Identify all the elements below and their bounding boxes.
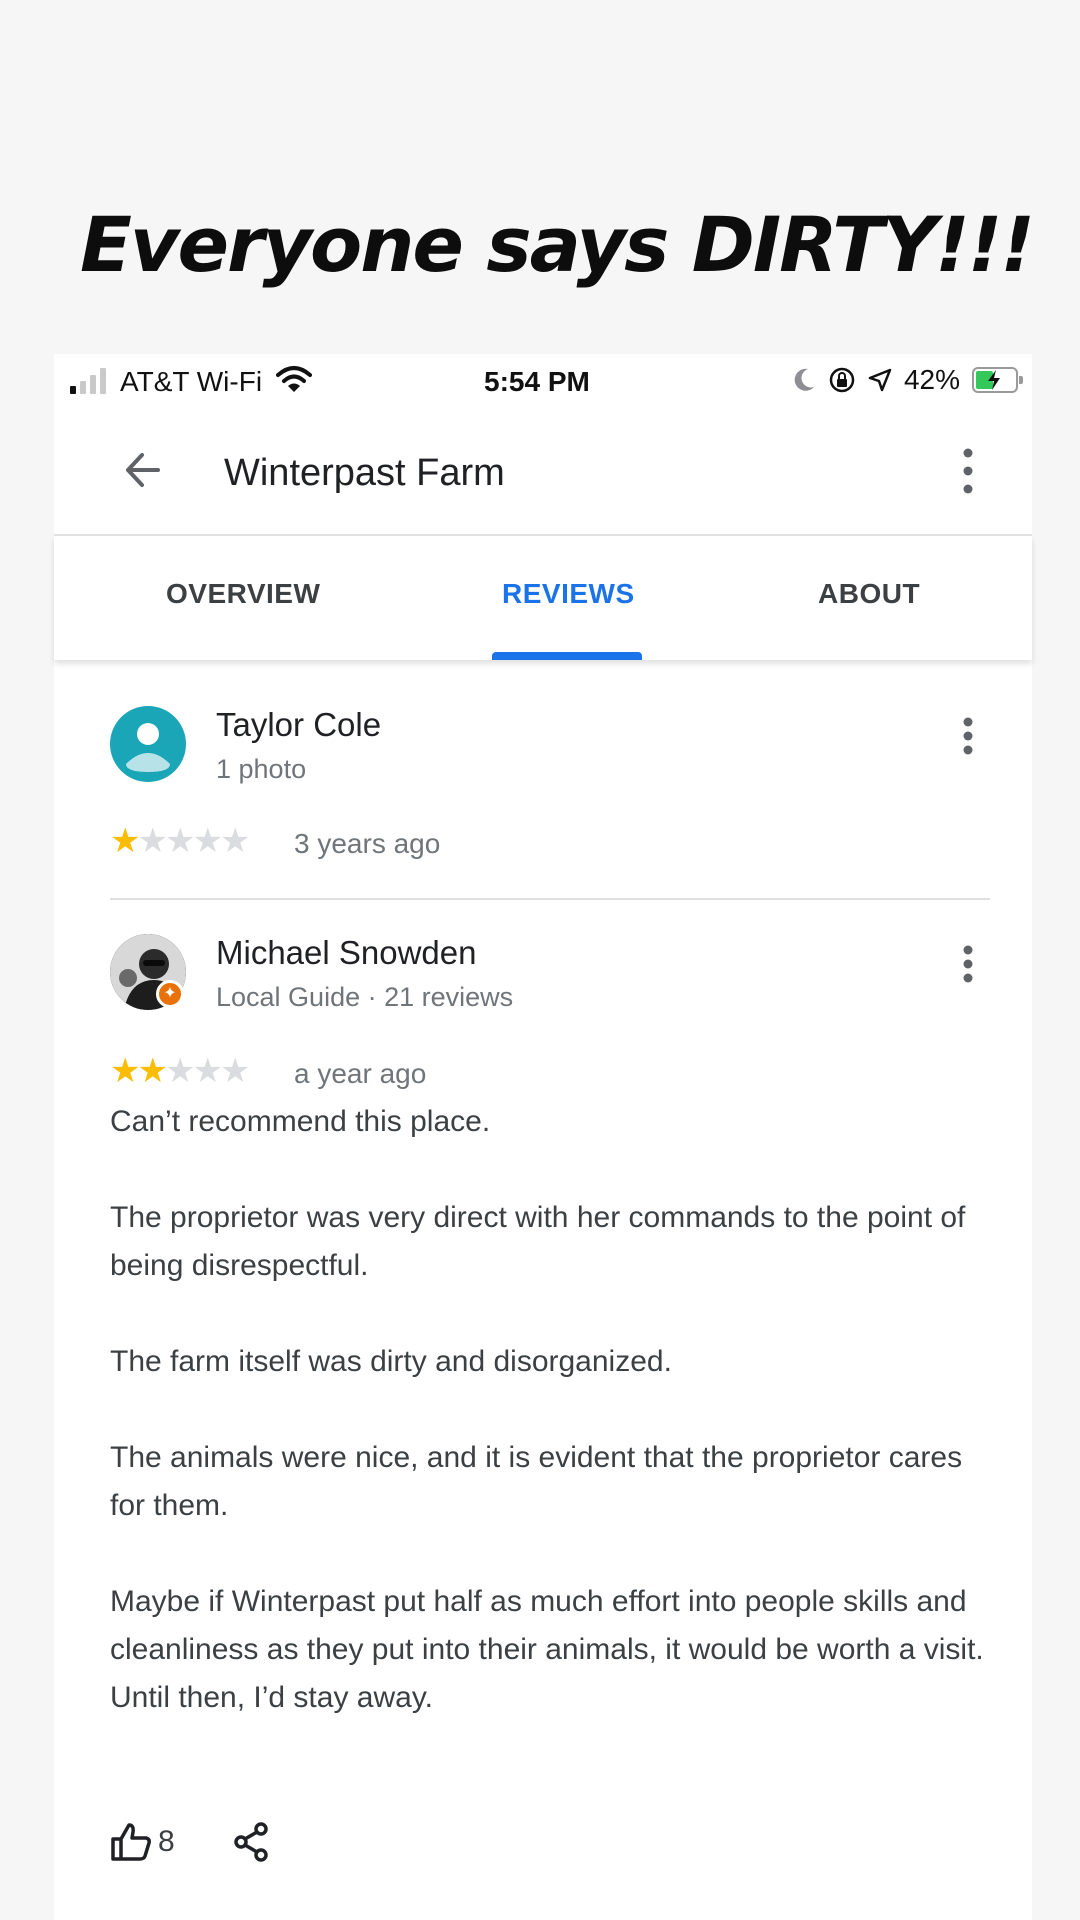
like-count: 8 bbox=[158, 1825, 175, 1858]
reviewer-name[interactable]: Michael Snowden bbox=[216, 934, 477, 972]
star-empty-icon: ★ bbox=[219, 822, 251, 860]
star-filled-icon: ★ bbox=[110, 822, 141, 860]
person-icon bbox=[126, 723, 170, 772]
status-time: 5:54 PM bbox=[484, 366, 590, 397]
review-actions: 8 bbox=[110, 1822, 269, 1862]
battery-charging-icon bbox=[972, 367, 1023, 393]
review-paragraph: The farm itself was dirty and disorganiz… bbox=[110, 1345, 672, 1378]
review-paragraph: Can’t recommend this place. bbox=[110, 1105, 491, 1138]
tab-about[interactable]: ABOUT bbox=[818, 578, 920, 610]
status-bar: AT&T Wi-Fi 5:54 PM 42% bbox=[54, 354, 1032, 410]
star-filled-icon: ★ bbox=[137, 1052, 168, 1090]
tab-overview[interactable]: OVERVIEW bbox=[166, 578, 320, 610]
star-empty-icon: ★ bbox=[192, 1052, 223, 1090]
avatar[interactable] bbox=[110, 706, 186, 782]
star-rating: ★★★★★ bbox=[110, 1052, 251, 1090]
more-vert-icon[interactable] bbox=[960, 446, 976, 496]
orientation-lock-icon bbox=[829, 367, 855, 393]
battery-percent: 42% bbox=[903, 364, 960, 395]
wifi-icon bbox=[276, 366, 312, 392]
star-empty-icon: ★ bbox=[219, 1052, 251, 1090]
star-empty-icon: ★ bbox=[137, 822, 168, 860]
review-divider bbox=[110, 898, 990, 900]
avatar[interactable]: ✦ bbox=[110, 934, 186, 1010]
thumbs-up-icon[interactable] bbox=[110, 1822, 152, 1862]
phone-screen: AT&T Wi-Fi 5:54 PM 42% Winterpast Farm O… bbox=[54, 354, 1032, 1920]
app-bar: Winterpast Farm bbox=[54, 410, 1032, 536]
review-more-icon[interactable] bbox=[960, 716, 976, 756]
signal-icon bbox=[70, 368, 110, 394]
star-rating: ★★★★★ bbox=[110, 822, 251, 860]
carrier-label: AT&T Wi-Fi bbox=[120, 366, 263, 397]
star-filled-icon: ★ bbox=[110, 1052, 141, 1090]
back-arrow-icon[interactable] bbox=[114, 440, 174, 500]
review-paragraph: Maybe if Winterpast put half as much eff… bbox=[110, 1585, 984, 1714]
review-paragraph: The proprietor was very direct with her … bbox=[110, 1201, 966, 1282]
tab-reviews[interactable]: REVIEWS bbox=[502, 578, 635, 610]
review-time: a year ago bbox=[294, 1058, 427, 1089]
review-paragraph: The animals were nice, and it is evident… bbox=[110, 1441, 963, 1522]
reviewer-subtitle: Local Guide · 21 reviews bbox=[216, 982, 514, 1012]
star-empty-icon: ★ bbox=[192, 822, 223, 860]
review-body: Can’t recommend this place. The propriet… bbox=[110, 1098, 990, 1770]
tab-bar: OVERVIEW REVIEWS ABOUT bbox=[54, 536, 1032, 660]
review-more-icon[interactable] bbox=[960, 944, 976, 984]
moon-icon bbox=[794, 368, 814, 391]
reviewer-name[interactable]: Taylor Cole bbox=[216, 706, 381, 744]
share-icon[interactable] bbox=[233, 1822, 269, 1862]
reviewer-subtitle: 1 photo bbox=[216, 754, 307, 784]
place-title: Winterpast Farm bbox=[224, 452, 505, 494]
star-empty-icon: ★ bbox=[164, 822, 196, 860]
overlay-headline: Everyone says DIRTY!!! bbox=[80, 200, 1035, 289]
location-icon bbox=[868, 368, 892, 392]
star-empty-icon: ★ bbox=[164, 1052, 196, 1090]
review-time: 3 years ago bbox=[294, 828, 441, 859]
local-guide-badge-icon: ✦ bbox=[156, 980, 184, 1008]
tab-active-indicator bbox=[492, 652, 642, 660]
